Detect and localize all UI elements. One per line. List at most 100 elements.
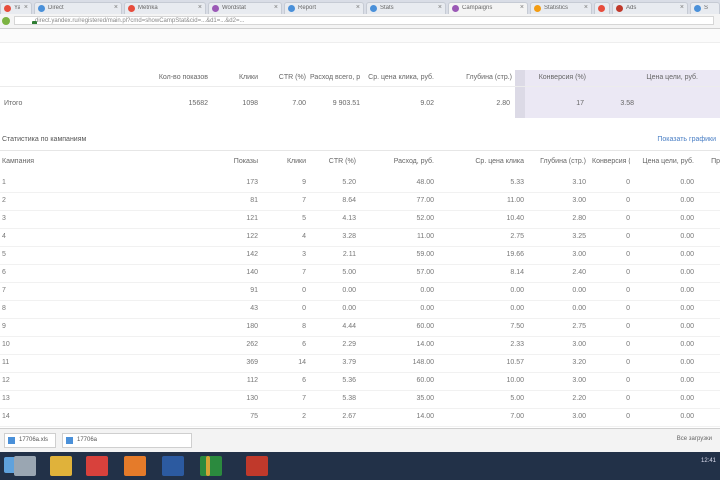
- column-header[interactable]: Клики: [262, 154, 306, 170]
- close-icon[interactable]: ×: [520, 4, 524, 11]
- table-row[interactable]: 2 81 7 8.64 77.00 11.00 3.00 0 0.00: [0, 192, 720, 211]
- browser-tab[interactable]: Direct ×: [34, 2, 122, 14]
- back-icon[interactable]: [2, 17, 10, 25]
- close-icon[interactable]: ×: [584, 4, 588, 11]
- table-cell: 14.00: [416, 413, 434, 420]
- column-header[interactable]: Цена цели, руб.: [640, 154, 694, 170]
- table-row[interactable]: 4 122 4 3.28 11.00 2.75 3.25 0 0.00: [0, 228, 720, 247]
- browser-tab[interactable]: Mail: [594, 2, 610, 14]
- table-cell: 48.00: [416, 179, 434, 186]
- table-cell: 3.00: [572, 413, 586, 420]
- table-cell: 14: [2, 413, 10, 420]
- table-cell: 11: [2, 359, 10, 366]
- browser-tab[interactable]: Yandex ×: [0, 2, 32, 14]
- table-cell: 0.00: [680, 305, 694, 312]
- table-row[interactable]: 11 369 14 3.79 148.00 10.57 3.20 0 0.00: [0, 354, 720, 373]
- browser-tab[interactable]: Wordstat ×: [208, 2, 282, 14]
- table-cell: 0: [626, 251, 630, 258]
- table-cell: 0: [626, 341, 630, 348]
- browser-tab[interactable]: Report ×: [284, 2, 364, 14]
- table-cell: 77.00: [416, 197, 434, 204]
- table-cell: 2.75: [572, 323, 586, 330]
- table-cell: 2.20: [572, 395, 586, 402]
- tab-title: Stats: [380, 5, 394, 11]
- column-header[interactable]: Показы: [214, 154, 258, 170]
- tab-title: Metrika: [138, 5, 158, 11]
- explorer-icon[interactable]: [14, 456, 36, 476]
- table-row[interactable]: 12 112 6 5.36 60.00 10.00 3.00 0 0.00: [0, 372, 720, 391]
- table-row[interactable]: 6 140 7 5.00 57.00 8.14 2.40 0 0.00: [0, 264, 720, 283]
- table-cell: 8.64: [342, 197, 356, 204]
- url-input[interactable]: direct.yandex.ru/registered/main.pl?cmd=…: [14, 16, 714, 25]
- tray-clock: 12:41: [700, 458, 716, 464]
- table-cell: 3.00: [572, 377, 586, 384]
- browser-tab[interactable]: Stats ×: [366, 2, 446, 14]
- close-icon[interactable]: ×: [24, 4, 28, 11]
- column-header[interactable]: Пр: [700, 154, 720, 170]
- download-item[interactable]: 17706a: [62, 433, 192, 448]
- close-icon[interactable]: ×: [680, 4, 684, 11]
- tab-favicon-icon: [452, 5, 459, 12]
- table-cell: 57.00: [416, 269, 434, 276]
- word-icon[interactable]: [162, 456, 184, 476]
- column-header[interactable]: Глубина (стр.): [530, 154, 586, 170]
- table-row[interactable]: 9 180 8 4.44 60.00 7.50 2.75 0 0.00: [0, 318, 720, 337]
- show-charts-link[interactable]: Показать графики: [657, 136, 716, 143]
- close-icon[interactable]: ×: [274, 4, 278, 11]
- browser-tab[interactable]: Metrika ×: [124, 2, 206, 14]
- close-icon[interactable]: ×: [438, 4, 442, 11]
- table-cell: 7: [302, 197, 306, 204]
- browser-tab[interactable]: Search: [690, 2, 720, 14]
- browser-tab[interactable]: Statistics ×: [530, 2, 592, 14]
- table-row[interactable]: 13 130 7 5.38 35.00 5.00 2.20 0 0.00: [0, 390, 720, 409]
- browser-tab[interactable]: Campaigns ×: [448, 2, 528, 14]
- browser-tab[interactable]: Ads ×: [612, 2, 688, 14]
- table-row[interactable]: 5 142 3 2.11 59.00 19.66 3.00 0 0.00: [0, 246, 720, 265]
- table-cell: 4: [2, 233, 6, 240]
- close-icon[interactable]: ×: [198, 4, 202, 11]
- column-header[interactable]: Кампания: [2, 154, 62, 170]
- table-row[interactable]: 10 262 6 2.29 14.00 2.33 3.00 0 0.00: [0, 336, 720, 355]
- excel-icon[interactable]: [200, 456, 222, 476]
- taskbar: 12:41: [0, 452, 720, 480]
- table-row[interactable]: 1 173 9 5.20 48.00 5.33 3.10 0 0.00: [0, 174, 720, 193]
- firefox-icon[interactable]: [124, 456, 146, 476]
- table-cell: 0: [626, 197, 630, 204]
- table-cell: 4.44: [342, 323, 356, 330]
- table-cell: 0.00: [680, 377, 694, 384]
- table-cell: 0.00: [680, 233, 694, 240]
- downloads-bar: 17706a.xls 17706a Все загрузки: [0, 428, 720, 453]
- table-cell: 0.00: [680, 179, 694, 186]
- table-row[interactable]: 3 121 5 4.13 52.00 10.40 2.80 0 0.00: [0, 210, 720, 229]
- table-cell: 60.00: [416, 377, 434, 384]
- winamp-icon[interactable]: [206, 456, 210, 476]
- close-icon[interactable]: ×: [114, 4, 118, 11]
- table-cell: 0.00: [572, 305, 586, 312]
- column-header[interactable]: CTR (%): [310, 154, 356, 170]
- chrome-icon[interactable]: [50, 456, 72, 476]
- table-cell: 6: [302, 341, 306, 348]
- show-all-downloads-link[interactable]: Все загрузки: [677, 436, 712, 442]
- table-cell: 0.00: [420, 287, 434, 294]
- column-header[interactable]: Расход, руб.: [364, 154, 434, 170]
- summary-value-cell: 1098: [242, 100, 258, 107]
- download-item[interactable]: 17706a.xls: [4, 433, 56, 448]
- table-row[interactable]: 8 43 0 0.00 0.00 0.00 0.00 0 0.00: [0, 300, 720, 319]
- summary-value-cell: 7.00: [292, 100, 306, 107]
- close-icon[interactable]: ×: [356, 4, 360, 11]
- tab-favicon-icon: [616, 5, 623, 12]
- yandex-icon[interactable]: [86, 456, 108, 476]
- table-cell: 1: [2, 179, 6, 186]
- table-cell: 0: [626, 359, 630, 366]
- table-row[interactable]: 14 75 2 2.67 14.00 7.00 3.00 0 0.00: [0, 408, 720, 427]
- table-cell: 0.00: [420, 305, 434, 312]
- table-cell: 3.00: [572, 251, 586, 258]
- acrobat-icon[interactable]: [246, 456, 268, 476]
- column-header[interactable]: Конверсия (%): [592, 154, 630, 170]
- column-header[interactable]: Ср. цена клика: [440, 154, 524, 170]
- table-cell: 13: [2, 395, 10, 402]
- table-row[interactable]: 7 91 0 0.00 0.00 0.00 0.00 0 0.00: [0, 282, 720, 301]
- table-cell: 0.00: [680, 359, 694, 366]
- table-cell: 2: [2, 197, 6, 204]
- table-cell: 2.75: [510, 233, 524, 240]
